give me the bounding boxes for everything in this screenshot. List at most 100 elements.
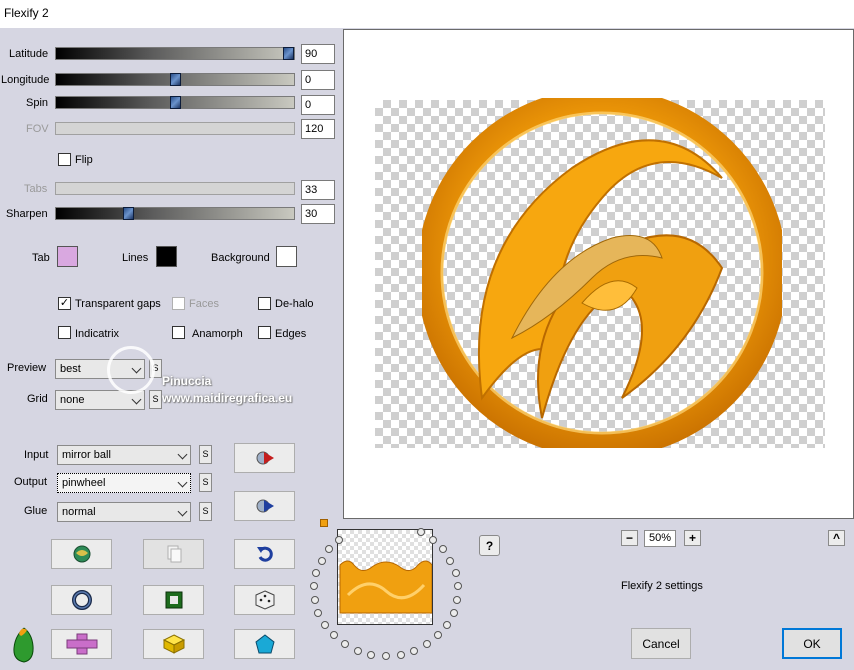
cross-button[interactable] (51, 629, 112, 659)
glue-select[interactable]: normal (57, 502, 191, 522)
view-ring-dot[interactable] (329, 631, 338, 640)
output-select[interactable]: pinwheel (57, 473, 191, 493)
input-select[interactable]: mirror ball (57, 445, 191, 465)
title-bar: Flexify 2 (0, 0, 854, 28)
ok-button[interactable]: OK (782, 628, 842, 659)
edges-label: Edges (275, 328, 307, 340)
collapse-button[interactable]: ^ (828, 530, 845, 546)
view-ring-dot[interactable] (367, 650, 376, 659)
flip-checkbox[interactable] (58, 153, 71, 166)
view-ring-dot[interactable] (449, 608, 458, 617)
frame-button[interactable] (143, 585, 204, 615)
faces-checkbox (172, 297, 185, 310)
output-select-value: pinwheel (62, 477, 106, 489)
grid-select-value: none (60, 394, 85, 406)
random-globe-button[interactable] (51, 539, 112, 569)
view-ring-dot[interactable] (428, 535, 437, 544)
chevron-down-icon (177, 506, 188, 517)
dice-button[interactable] (234, 585, 295, 615)
ring-button[interactable] (51, 585, 112, 615)
zoom-out-button[interactable]: − (621, 530, 638, 546)
view-ring-dot[interactable] (310, 595, 319, 604)
fov-input[interactable]: 120 (301, 119, 335, 139)
watermark-ring-icon (107, 346, 155, 394)
thumbnail-image (339, 560, 432, 614)
spin-slider-thumb[interactable] (170, 96, 181, 109)
longitude-slider[interactable] (55, 73, 295, 86)
spin-label: Spin (26, 97, 49, 109)
view-ring-dot[interactable] (382, 652, 390, 660)
indicatrix-label: Indicatrix (75, 328, 120, 340)
transparent-gaps-checkbox[interactable]: ✓ (58, 297, 71, 310)
view-ring-dot[interactable] (340, 640, 349, 649)
view-ring-dot[interactable] (446, 556, 455, 565)
input-s-button[interactable]: S (199, 445, 212, 464)
view-ring-dot[interactable] (423, 640, 432, 649)
cube-button[interactable] (143, 629, 204, 659)
play-forward-button[interactable] (234, 443, 295, 473)
output-s-button[interactable]: S (199, 473, 212, 492)
lines-color-swatch[interactable] (156, 246, 177, 267)
view-ring-dot[interactable] (453, 595, 462, 604)
anamorph-label: Anamorph (192, 328, 243, 340)
help-button[interactable]: ? (479, 535, 500, 556)
view-ring-dot[interactable] (434, 631, 443, 640)
latitude-input[interactable]: 90 (301, 44, 335, 64)
preview-window[interactable] (343, 29, 854, 519)
latitude-slider-thumb[interactable] (283, 47, 294, 60)
anamorph-checkbox[interactable] (172, 326, 185, 339)
view-ring-dot[interactable] (320, 620, 329, 629)
view-ring-dot[interactable] (314, 608, 323, 617)
copy-icon (167, 545, 181, 563)
pentagon-button[interactable] (234, 629, 295, 659)
longitude-input[interactable]: 0 (301, 70, 335, 90)
view-ring-dot[interactable] (325, 545, 334, 554)
view-ring-dot[interactable] (451, 569, 460, 578)
fov-slider (55, 122, 295, 135)
grid-s-button[interactable]: S (149, 390, 162, 409)
view-ring-dot[interactable] (353, 646, 362, 655)
de-halo-checkbox[interactable] (258, 297, 271, 310)
view-ring-dot[interactable] (310, 582, 319, 591)
thumbnail-preview[interactable] (337, 529, 433, 625)
edges-checkbox[interactable] (258, 326, 271, 339)
view-ring-dot[interactable] (453, 582, 462, 591)
latitude-slider[interactable] (55, 47, 295, 60)
tabs-slider (55, 182, 295, 195)
tabs-input[interactable]: 33 (301, 180, 335, 200)
tab-color-swatch[interactable] (57, 246, 78, 267)
sharpen-slider-thumb[interactable] (123, 207, 134, 220)
undo-button[interactable] (234, 539, 295, 569)
sharpen-input[interactable]: 30 (301, 204, 335, 224)
watermark-url: www.maidiregrafica.eu (162, 391, 293, 405)
view-ring-dot[interactable] (416, 528, 425, 537)
chevron-down-icon (177, 449, 188, 460)
watermark-name: Pinuccia (162, 374, 212, 388)
view-ring-dot[interactable] (317, 556, 326, 565)
output-label: Output (14, 476, 48, 488)
background-color-swatch[interactable] (276, 246, 297, 267)
preview-select-value: best (60, 363, 81, 375)
cancel-button[interactable]: Cancel (631, 628, 691, 659)
view-ring-dot[interactable] (312, 569, 321, 578)
lines-color-label: Lines (122, 252, 149, 264)
chevron-up-icon: ^ (832, 531, 840, 545)
longitude-slider-thumb[interactable] (170, 73, 181, 86)
spin-slider[interactable] (55, 96, 295, 109)
zoom-level: 50% (644, 530, 676, 547)
indicatrix-checkbox[interactable] (58, 326, 71, 339)
view-ring-dot[interactable] (438, 545, 447, 554)
help-icon: ? (485, 538, 494, 553)
input-label: Input (24, 449, 49, 461)
zoom-in-button[interactable]: + (684, 530, 701, 546)
spin-input[interactable]: 0 (301, 95, 335, 115)
transparent-gaps-label: Transparent gaps (75, 298, 161, 310)
cross-icon (66, 633, 97, 655)
play-back-button[interactable] (234, 491, 295, 521)
view-ring-dot[interactable] (410, 646, 419, 655)
sharpen-slider[interactable] (55, 207, 295, 220)
ring-icon (71, 590, 92, 610)
glue-s-button[interactable]: S (199, 502, 212, 521)
view-ring-dot[interactable] (443, 620, 452, 629)
view-ring-dot[interactable] (396, 650, 405, 659)
